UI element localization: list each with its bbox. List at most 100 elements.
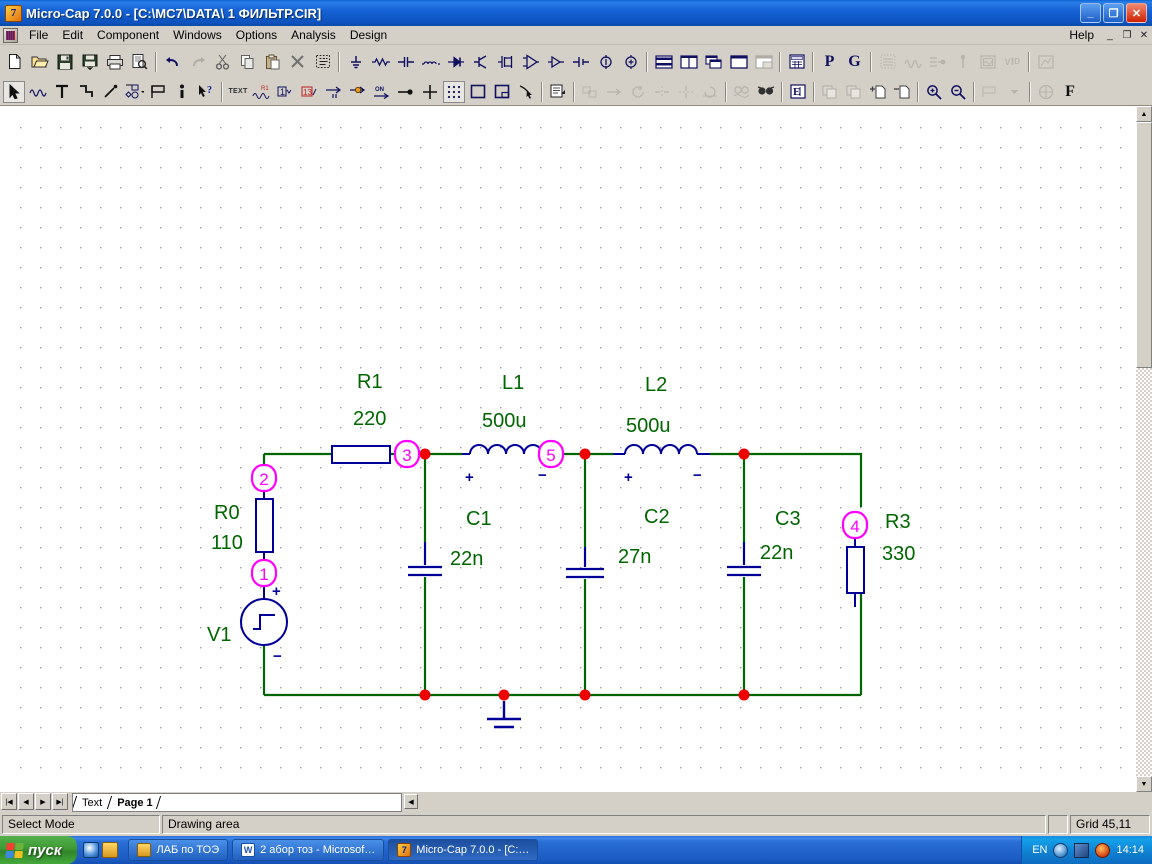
cascade-icon[interactable] xyxy=(702,50,725,73)
bjt-component-icon[interactable] xyxy=(469,50,492,73)
tab-scroll-left-button[interactable]: ◀ xyxy=(404,794,418,809)
flip-icon[interactable] xyxy=(675,81,697,103)
mdi-minimize-button[interactable]: _ xyxy=(1102,27,1118,43)
quick-launch-folder-icon[interactable] xyxy=(102,842,119,858)
model-editor-icon[interactable]: E xyxy=(787,81,809,103)
rubberband-icon[interactable] xyxy=(515,81,537,103)
dc-analysis-icon[interactable] xyxy=(926,50,949,73)
mdi-restore-button[interactable]: ❐ xyxy=(1119,27,1135,43)
calculator-icon[interactable] xyxy=(785,50,808,73)
menu-options[interactable]: Options xyxy=(229,26,284,44)
save-as-icon[interactable] xyxy=(78,50,101,73)
start-button[interactable]: пуск xyxy=(0,836,78,864)
scroll-up-button[interactable]: ▲ xyxy=(1136,106,1152,122)
align-icon[interactable] xyxy=(579,81,601,103)
step-icon[interactable] xyxy=(603,81,625,103)
capacitor-component-icon[interactable] xyxy=(394,50,417,73)
menu-help[interactable]: Help xyxy=(1062,26,1101,44)
drawing-area[interactable]: + − + − + − 2 1 3 5 4 R1 220 L1 500u L2 … xyxy=(0,106,1152,793)
ground-component-icon[interactable] xyxy=(344,50,367,73)
menu-edit[interactable]: Edit xyxy=(55,26,90,44)
probe-g-icon[interactable]: G xyxy=(843,50,866,73)
text-tool-icon[interactable] xyxy=(51,81,73,103)
find-icon[interactable] xyxy=(731,81,753,103)
cut-icon[interactable] xyxy=(211,50,234,73)
select-all-icon[interactable] xyxy=(311,50,334,73)
probe-p-icon[interactable]: P xyxy=(818,50,841,73)
copy-page-icon[interactable] xyxy=(819,81,841,103)
inductor-component-icon[interactable] xyxy=(419,50,442,73)
flag-icon[interactable] xyxy=(147,81,169,103)
show-node-voltages-icon[interactable]: 13 xyxy=(299,81,321,103)
buffer-component-icon[interactable] xyxy=(544,50,567,73)
show-current-icon[interactable] xyxy=(323,81,345,103)
undo-icon[interactable] xyxy=(161,50,184,73)
show-attribute-icon[interactable]: R1 xyxy=(251,81,273,103)
orthogonal-wire-icon[interactable] xyxy=(75,81,97,103)
copy-icon[interactable] xyxy=(236,50,259,73)
tab-page-1[interactable]: Page 1 xyxy=(108,794,158,811)
shield-icon[interactable] xyxy=(1053,842,1069,858)
open-file-icon[interactable] xyxy=(28,50,51,73)
select-mode-icon[interactable] xyxy=(3,80,25,103)
probe-window-icon[interactable] xyxy=(976,50,999,73)
help-pointer-icon[interactable]: ? xyxy=(195,81,217,103)
circuit-schematic[interactable]: + − + − + − 2 1 3 5 4 R1 220 L1 500u L2 … xyxy=(0,107,1136,793)
resistor-component-icon[interactable] xyxy=(369,50,392,73)
flag-list-icon[interactable] xyxy=(979,81,1001,103)
rotate-icon[interactable] xyxy=(627,81,649,103)
minimize-button[interactable]: _ xyxy=(1080,3,1101,23)
mdi-close-button[interactable]: ✕ xyxy=(1136,27,1152,43)
properties-icon[interactable] xyxy=(547,81,569,103)
maximize-button[interactable]: ❐ xyxy=(1103,3,1124,23)
zoom-out-icon[interactable] xyxy=(947,81,969,103)
show-condition-icon[interactable]: ON xyxy=(371,81,393,103)
transient-analysis-icon[interactable] xyxy=(876,50,899,73)
maximize-window-icon[interactable] xyxy=(727,50,750,73)
scroll-down-button[interactable]: ▼ xyxy=(1136,776,1152,792)
menu-component[interactable]: Component xyxy=(90,26,166,44)
color-palette-icon[interactable] xyxy=(1035,81,1057,103)
quick-launch-browser-icon[interactable] xyxy=(83,842,100,858)
wire-mode-icon[interactable] xyxy=(27,81,49,103)
diode-component-icon[interactable] xyxy=(444,50,467,73)
tab-last-button[interactable]: ▶| xyxy=(52,793,68,810)
tray-language-indicator[interactable]: EN xyxy=(1032,844,1047,856)
analysis-plot-icon[interactable] xyxy=(1034,50,1057,73)
rotate-cw-icon[interactable] xyxy=(699,81,721,103)
tile-vertical-icon[interactable] xyxy=(677,50,700,73)
tab-prev-button[interactable]: ◀ xyxy=(18,793,34,810)
mirror-icon[interactable] xyxy=(651,81,673,103)
document-icon[interactable] xyxy=(3,27,18,43)
title-block-icon[interactable] xyxy=(491,81,513,103)
diagonal-line-icon[interactable] xyxy=(99,81,121,103)
opamp-component-icon[interactable] xyxy=(519,50,542,73)
battery-component-icon[interactable] xyxy=(569,50,592,73)
redo-icon[interactable] xyxy=(186,50,209,73)
vid-label-icon[interactable]: VID xyxy=(1001,50,1024,73)
vertical-scrollbar[interactable]: ▲ ▼ xyxy=(1136,106,1152,792)
paste-page-icon[interactable] xyxy=(843,81,865,103)
tab-first-button[interactable]: |◀ xyxy=(1,793,17,810)
save-icon[interactable] xyxy=(53,50,76,73)
border-icon[interactable] xyxy=(467,81,489,103)
menu-windows[interactable]: Windows xyxy=(166,26,229,44)
ac-analysis-icon[interactable] xyxy=(901,50,924,73)
tile-horizontal-icon[interactable] xyxy=(652,50,675,73)
graphics-shapes-icon[interactable] xyxy=(123,81,145,103)
paste-icon[interactable] xyxy=(261,50,284,73)
task-micro-cap[interactable]: 7 Micro-Cap 7.0.0 - [C:… xyxy=(388,839,539,861)
component-R1[interactable] xyxy=(331,445,391,464)
vsource-component-icon[interactable] xyxy=(619,50,642,73)
new-file-icon[interactable] xyxy=(3,50,26,73)
zoom-in-icon[interactable] xyxy=(923,81,945,103)
font-icon[interactable]: F xyxy=(1059,81,1081,103)
task-lab-po-toe[interactable]: ЛАБ по ТОЭ xyxy=(128,839,229,861)
dynamic-dc-icon[interactable] xyxy=(951,50,974,73)
show-text-icon[interactable]: TEXT xyxy=(227,81,249,103)
print-icon[interactable] xyxy=(103,50,126,73)
find-component-icon[interactable] xyxy=(755,81,777,103)
restore-window-icon[interactable] xyxy=(752,50,775,73)
delete-icon[interactable] xyxy=(286,50,309,73)
tab-next-button[interactable]: ▶ xyxy=(35,793,51,810)
